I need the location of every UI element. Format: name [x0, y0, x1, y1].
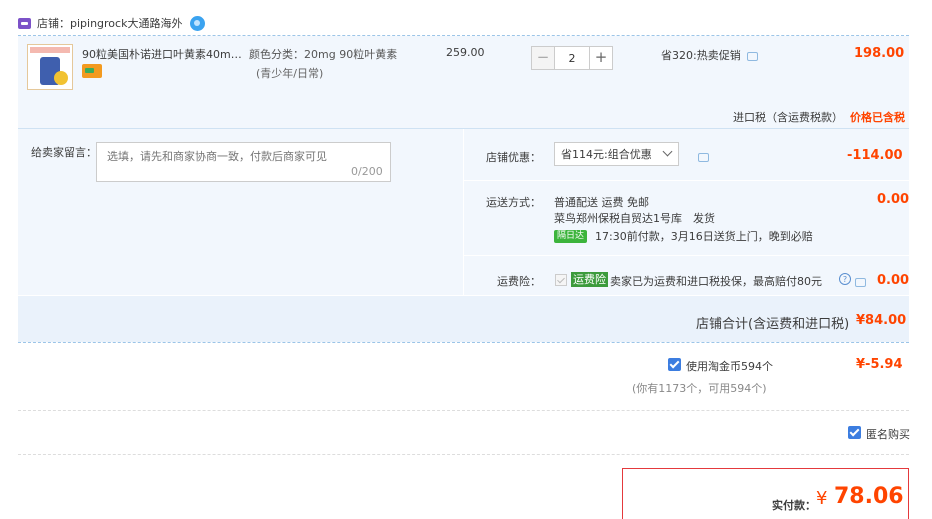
promotion-info: 省320:热卖促销 [661, 47, 758, 63]
store-total-value: ¥84.00 [856, 313, 907, 328]
shipping-insurance-badge: 运费险 [571, 272, 608, 287]
seller-message-box [96, 142, 391, 182]
store-total-label: 店铺合计(含运费和进口税) [696, 317, 850, 332]
seller-message-label: 给卖家留言： [31, 146, 97, 159]
actual-payment-amount: 78.06 [834, 484, 904, 509]
help-icon[interactable]: ? [839, 273, 851, 285]
promotion-label: 省320:热卖促销 [661, 49, 741, 62]
store-coupon-selected: 省114元:组合优惠 [561, 148, 652, 161]
product-title-link[interactable]: 90粒美国朴诺进口叶黄素40mg... [82, 46, 247, 62]
currency-symbol: ¥ [816, 488, 828, 509]
quantity-stepper: − + [531, 46, 613, 70]
anonymous-purchase-checkbox[interactable] [848, 426, 861, 439]
next-day-badge: 隔日达 [554, 229, 588, 243]
delivery-promise-text: 17:30前付款，3月16日送货上门，晚到必赔 [595, 230, 813, 243]
shipping-warehouse: 菜鸟郑州保税自贸达1号库 发货 [554, 212, 715, 225]
anonymous-purchase-label[interactable]: 匿名购买 [866, 426, 910, 442]
sku-attribute-detail: (青少年/日常) [256, 67, 324, 80]
divider [464, 180, 909, 181]
comment-bubble-icon[interactable] [854, 277, 866, 287]
divider [18, 454, 909, 455]
comment-bubble-icon[interactable] [698, 152, 709, 162]
shipping-insurance-value: 0.00 [877, 273, 910, 288]
shipping-method: 普通配送 运费 免邮 [554, 196, 649, 209]
actual-payment-label: 实付款： [772, 499, 816, 512]
divider [463, 129, 464, 295]
shipping-fee: 0.00 [877, 192, 910, 207]
divider [18, 410, 909, 411]
sku-attribute: 颜色分类：20mg 90粒叶黄素 [249, 48, 398, 61]
store-header: 店铺：pipingrock大通路海外 [18, 14, 206, 32]
taobao-coin-checkbox[interactable] [668, 358, 681, 371]
unit-price: 259.00 [446, 46, 485, 59]
taobao-coin-balance: (你有1173个，可用594个) [632, 382, 767, 395]
increase-quantity-button[interactable]: + [589, 46, 613, 70]
divider [18, 342, 909, 343]
store-coupon-select[interactable]: 省114元:组合优惠 [554, 142, 679, 166]
wangwang-chat-icon[interactable] [190, 15, 206, 31]
credit-card-icon [82, 64, 102, 78]
store-name-link[interactable]: 店铺：pipingrock大通路海外 [37, 15, 182, 31]
import-tax-label: 进口税（含运费税款） [733, 111, 843, 124]
row-total-price: 198.00 [854, 46, 905, 61]
store-coupon-value: -114.00 [847, 148, 903, 163]
comment-bubble-icon[interactable] [746, 51, 758, 61]
decrease-quantity-button[interactable]: − [531, 46, 555, 70]
taobao-coin-discount: ¥-5.94 [856, 357, 903, 372]
divider [464, 255, 909, 256]
shipping-insurance-label: 运费险： [497, 275, 541, 288]
delivery-promise: 隔日达 17:30前付款，3月16日送货上门，晚到必赔 [554, 228, 813, 244]
shipping-insurance-text: 卖家已为运费和进口税投保，最高赔付80元 [610, 275, 822, 288]
product-thumbnail[interactable] [27, 44, 73, 90]
chevron-down-icon [662, 146, 673, 157]
store-coupon-label: 店铺优惠： [486, 151, 541, 164]
taobao-coin-label[interactable]: 使用淘金币594个 [686, 358, 773, 374]
shipping-method-label: 运送方式： [486, 196, 541, 209]
seller-message-input[interactable] [97, 143, 390, 181]
import-tax-value: 价格已含税 [850, 111, 905, 124]
shipping-insurance-checkbox [555, 274, 567, 286]
quantity-input[interactable] [555, 46, 589, 70]
message-char-count: 0/200 [351, 165, 383, 178]
store-icon [18, 17, 31, 29]
